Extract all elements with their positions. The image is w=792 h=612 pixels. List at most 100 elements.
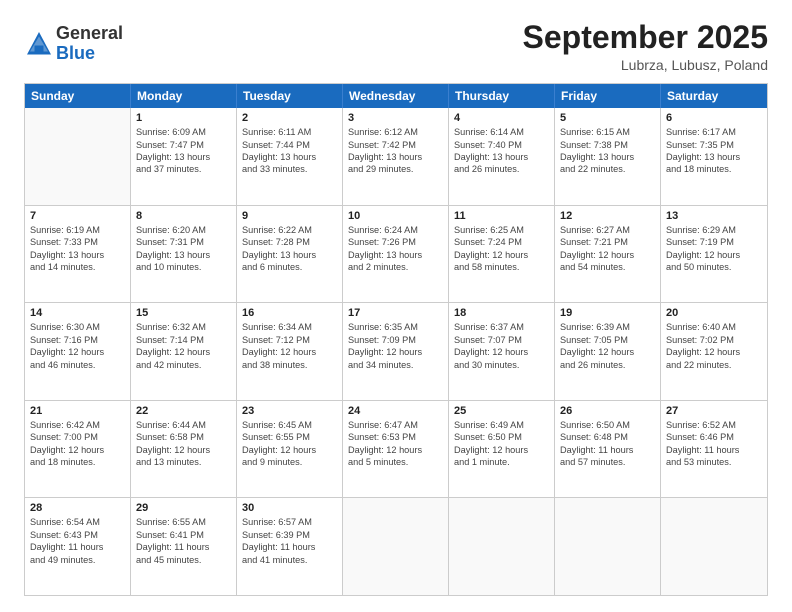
cell-line-0: Sunrise: 6:17 AM xyxy=(666,126,762,138)
cell-line-2: Daylight: 13 hours xyxy=(242,249,337,261)
cell-line-0: Sunrise: 6:32 AM xyxy=(136,321,231,333)
cell-line-0: Sunrise: 6:54 AM xyxy=(30,516,125,528)
cell-line-0: Sunrise: 6:34 AM xyxy=(242,321,337,333)
calendar-body: 1Sunrise: 6:09 AMSunset: 7:47 PMDaylight… xyxy=(25,108,767,595)
cell-line-0: Sunrise: 6:52 AM xyxy=(666,419,762,431)
calendar-cell-r0-c2: 2Sunrise: 6:11 AMSunset: 7:44 PMDaylight… xyxy=(237,108,343,205)
calendar-cell-r2-c0: 14Sunrise: 6:30 AMSunset: 7:16 PMDayligh… xyxy=(25,303,131,400)
cell-line-3: and 54 minutes. xyxy=(560,261,655,273)
cell-line-2: Daylight: 13 hours xyxy=(348,151,443,163)
calendar: Sunday Monday Tuesday Wednesday Thursday… xyxy=(24,83,768,596)
day-number: 19 xyxy=(560,307,655,319)
cell-line-0: Sunrise: 6:14 AM xyxy=(454,126,549,138)
calendar-cell-r4-c0: 28Sunrise: 6:54 AMSunset: 6:43 PMDayligh… xyxy=(25,498,131,595)
day-number: 10 xyxy=(348,210,443,222)
cell-line-2: Daylight: 13 hours xyxy=(242,151,337,163)
cell-line-0: Sunrise: 6:37 AM xyxy=(454,321,549,333)
cell-line-0: Sunrise: 6:09 AM xyxy=(136,126,231,138)
day-number: 18 xyxy=(454,307,549,319)
cell-line-0: Sunrise: 6:44 AM xyxy=(136,419,231,431)
calendar-cell-r1-c4: 11Sunrise: 6:25 AMSunset: 7:24 PMDayligh… xyxy=(449,206,555,303)
cell-line-3: and 1 minute. xyxy=(454,456,549,468)
logo-general: General xyxy=(56,24,123,44)
calendar-cell-r1-c2: 9Sunrise: 6:22 AMSunset: 7:28 PMDaylight… xyxy=(237,206,343,303)
cell-line-0: Sunrise: 6:50 AM xyxy=(560,419,655,431)
cell-line-1: Sunset: 7:42 PM xyxy=(348,139,443,151)
cell-line-1: Sunset: 7:21 PM xyxy=(560,236,655,248)
calendar-cell-r2-c3: 17Sunrise: 6:35 AMSunset: 7:09 PMDayligh… xyxy=(343,303,449,400)
day-number: 15 xyxy=(136,307,231,319)
cell-line-0: Sunrise: 6:49 AM xyxy=(454,419,549,431)
cell-line-0: Sunrise: 6:57 AM xyxy=(242,516,337,528)
day-number: 21 xyxy=(30,405,125,417)
header-saturday: Saturday xyxy=(661,84,767,108)
cell-line-2: Daylight: 12 hours xyxy=(136,444,231,456)
cell-line-0: Sunrise: 6:11 AM xyxy=(242,126,337,138)
cell-line-3: and 10 minutes. xyxy=(136,261,231,273)
cell-line-2: Daylight: 13 hours xyxy=(560,151,655,163)
page: General Blue September 2025 Lubrza, Lubu… xyxy=(0,0,792,612)
cell-line-3: and 5 minutes. xyxy=(348,456,443,468)
calendar-cell-r3-c4: 25Sunrise: 6:49 AMSunset: 6:50 PMDayligh… xyxy=(449,401,555,498)
cell-line-3: and 22 minutes. xyxy=(560,163,655,175)
cell-line-0: Sunrise: 6:25 AM xyxy=(454,224,549,236)
cell-line-2: Daylight: 12 hours xyxy=(560,346,655,358)
cell-line-0: Sunrise: 6:12 AM xyxy=(348,126,443,138)
logo-icon xyxy=(24,29,54,59)
cell-line-2: Daylight: 12 hours xyxy=(242,346,337,358)
calendar-cell-r0-c3: 3 Sunrise: 6:12 AMSunset: 7:42 PMDaylight… xyxy=(343,108,449,205)
cell-line-3: and 50 minutes. xyxy=(666,261,762,273)
day-number: 9 xyxy=(242,210,337,222)
cell-line-0: Sunrise: 6:24 AM xyxy=(348,224,443,236)
cell-line-3: and 26 minutes. xyxy=(454,163,549,175)
cell-line-0: Sunrise: 6:42 AM xyxy=(30,419,125,431)
cell-line-1: Sunset: 6:48 PM xyxy=(560,431,655,443)
cell-line-1: Sunset: 7:07 PM xyxy=(454,334,549,346)
cell-line-2: Daylight: 13 hours xyxy=(454,151,549,163)
day-number: 7 xyxy=(30,210,125,222)
calendar-cell-r2-c2: 16Sunrise: 6:34 AMSunset: 7:12 PMDayligh… xyxy=(237,303,343,400)
header: General Blue September 2025 Lubrza, Lubu… xyxy=(24,20,768,73)
cell-line-1: Sunset: 6:41 PM xyxy=(136,529,231,541)
cell-line-0: Sunrise: 6:45 AM xyxy=(242,419,337,431)
cell-line-0: Sunrise: 6:15 AM xyxy=(560,126,655,138)
day-number: 29 xyxy=(136,502,231,514)
cell-line-1: Sunset: 6:46 PM xyxy=(666,431,762,443)
calendar-cell-r0-c6: 6Sunrise: 6:17 AMSunset: 7:35 PMDaylight… xyxy=(661,108,767,205)
header-wednesday: Wednesday xyxy=(343,84,449,108)
cell-line-2: Daylight: 11 hours xyxy=(242,541,337,553)
title-section: September 2025 Lubrza, Lubusz, Poland xyxy=(523,20,768,73)
cell-line-3: and 37 minutes. xyxy=(136,163,231,175)
cell-line-3: and 53 minutes. xyxy=(666,456,762,468)
calendar-row-0: 1Sunrise: 6:09 AMSunset: 7:47 PMDaylight… xyxy=(25,108,767,205)
day-number: 3 xyxy=(348,112,443,124)
cell-line-2: Daylight: 13 hours xyxy=(136,151,231,163)
cell-line-1: Sunset: 7:31 PM xyxy=(136,236,231,248)
cell-line-2: Daylight: 11 hours xyxy=(560,444,655,456)
cell-line-3: and 33 minutes. xyxy=(242,163,337,175)
cell-line-0: Sunrise: 6:22 AM xyxy=(242,224,337,236)
cell-line-1: Sunset: 7:26 PM xyxy=(348,236,443,248)
cell-line-2: Daylight: 13 hours xyxy=(136,249,231,261)
calendar-cell-r1-c5: 12Sunrise: 6:27 AMSunset: 7:21 PMDayligh… xyxy=(555,206,661,303)
day-number: 16 xyxy=(242,307,337,319)
header-tuesday: Tuesday xyxy=(237,84,343,108)
header-monday: Monday xyxy=(131,84,237,108)
cell-line-3: and 30 minutes. xyxy=(454,359,549,371)
calendar-cell-r2-c6: 20Sunrise: 6:40 AMSunset: 7:02 PMDayligh… xyxy=(661,303,767,400)
cell-line-2: Daylight: 11 hours xyxy=(136,541,231,553)
calendar-cell-r1-c3: 10Sunrise: 6:24 AMSunset: 7:26 PMDayligh… xyxy=(343,206,449,303)
cell-line-0: Sunrise: 6:19 AM xyxy=(30,224,125,236)
calendar-cell-r0-c1: 1Sunrise: 6:09 AMSunset: 7:47 PMDaylight… xyxy=(131,108,237,205)
logo-text: General Blue xyxy=(56,24,123,64)
cell-line-1: Sunset: 7:40 PM xyxy=(454,139,549,151)
calendar-cell-r1-c6: 13Sunrise: 6:29 AMSunset: 7:19 PMDayligh… xyxy=(661,206,767,303)
cell-line-2: Daylight: 12 hours xyxy=(242,444,337,456)
cell-line-0: Sunrise: 6:55 AM xyxy=(136,516,231,528)
day-number: 6 xyxy=(666,112,762,124)
day-number: 27 xyxy=(666,405,762,417)
cell-line-1: Sunset: 6:58 PM xyxy=(136,431,231,443)
cell-line-1: Sunset: 7:38 PM xyxy=(560,139,655,151)
cell-line-2: Daylight: 12 hours xyxy=(30,346,125,358)
cell-line-3: and 14 minutes. xyxy=(30,261,125,273)
